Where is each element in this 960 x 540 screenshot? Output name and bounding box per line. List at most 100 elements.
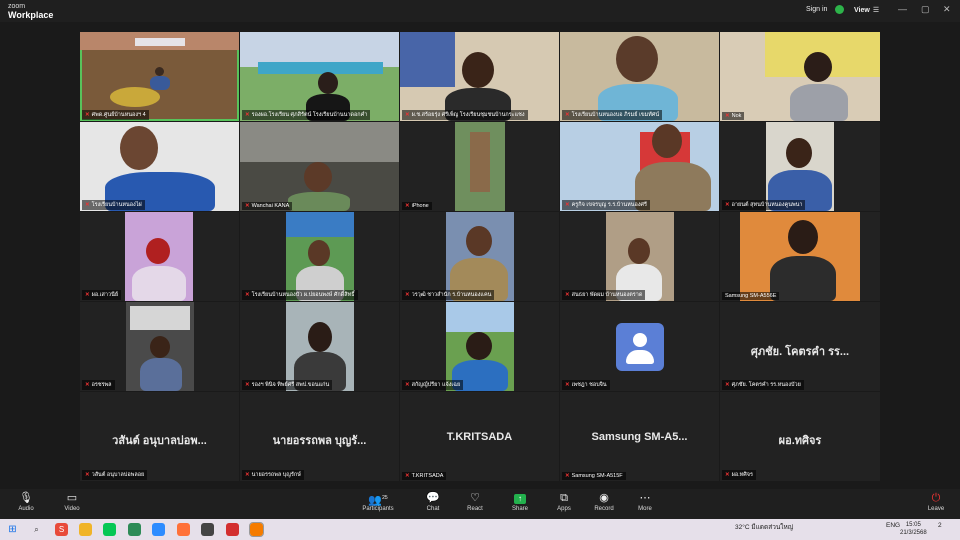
video-tile[interactable]: ✕ สนธยา พัดผม บ้านหนองตราด [560,212,719,301]
participant-display-name: นายอรรถพล บุญรั... [272,435,367,448]
leave-button[interactable]: ⏻ Leave [914,492,958,512]
video-tile[interactable]: วสันต์ อนุบาลบ่อพ... ✕ วสันต์ อนุบาลบ่อพล… [80,392,239,481]
participant-name: ✕ iPhone [402,202,432,210]
participant-display-name: วสันต์ อนุบาลบ่อพ... [112,435,207,448]
line-icon[interactable] [103,523,116,536]
participant-display-name: T.KRITSADA [446,431,513,444]
video-tile[interactable]: ผอ.ทศิจร ✕ ผอ.ทศิจร [720,392,880,481]
share-button[interactable]: ↑ Share [498,492,542,512]
menu-icon: ☰ [872,7,880,14]
participant-label: อายนต์ สุทนบ้านหนองคูนพนา [731,202,803,208]
video-tile[interactable]: ✕ รองผอ.โรงเรียน ศุภสิรัตน์ โรงเรียนบ้านน… [240,32,399,121]
participant-label: Samsung SM-A515F [571,473,623,479]
participant-label: รองฯ พินิจ ทิพย์ศรี สพป.ขอนแก่น [251,382,330,388]
participant-name: ✕ เพชฎา ชอบจิน [562,380,610,390]
mic-muted-icon: ✕ [405,473,410,479]
participant-name: ✕ T.KRITSADA [402,472,447,480]
video-button[interactable]: ▭ Video [50,492,94,512]
pdf-icon[interactable] [226,523,239,536]
weather-widget[interactable]: 32°C มีแดดส่วนใหญ่ [735,522,793,532]
participant-label: อรชรพล [91,382,112,388]
video-tile[interactable]: ✕ โรงเรียนบ้านหนองไผ่ [80,122,239,211]
mic-muted-icon: ✕ [405,382,410,388]
sign-in-link[interactable]: Sign in [806,6,827,13]
audio-button[interactable]: 🎙 Audio [4,492,48,512]
video-tile[interactable]: ✕ iPhone [400,122,559,211]
participant-display-name: ผอ.ทศิจร [778,435,822,448]
maximize-button[interactable]: ▢ [921,4,930,15]
video-tile[interactable]: ✕ Wanchai KANA [240,122,399,211]
mic-muted-icon: ✕ [405,292,410,298]
view-button[interactable]: View ☰ [854,6,879,14]
record-button[interactable]: ◉ Record [582,492,626,512]
mic-muted-icon: ✕ [245,112,250,118]
close-button[interactable]: ✕ [943,4,951,15]
notification-badge[interactable]: 2 [938,522,942,529]
mic-muted-icon: ✕ [245,472,250,478]
video-tile[interactable]: ศุภชัย. โคตรคำ รร... ✕ ศุภชัย. โคตรคำ รร.… [720,302,880,391]
firefox-icon[interactable] [177,523,190,536]
mic-muted-icon: ✕ [725,113,730,119]
mic-muted-icon: ✕ [565,202,570,208]
video-tile[interactable]: ✕ รองฯ พินิจ ทิพย์ศรี สพป.ขอนแก่น [240,302,399,391]
share-label: Share [511,506,528,512]
app-icon[interactable]: S [55,523,68,536]
video-tile[interactable]: ✕ ผ.ช.สร้อยรุ่ง ศรีเพ็ญ โรงเรียนชุมชนบ้าน… [400,32,559,121]
video-tile[interactable]: T.KRITSADA ✕ T.KRITSADA [400,392,559,481]
participant-label: Nok [731,113,742,119]
participant-label: โรงเรียนบ้านหนองไผ่ [91,202,142,208]
participant-label: นายอรรถพล บุญรักษ์ [251,472,301,478]
minimize-button[interactable]: — [898,4,907,14]
leave-label: Leave [927,506,945,512]
video-tile[interactable]: ✕ อายนต์ สุทนบ้านหนองคูนพนา [720,122,880,211]
mic-muted-icon: ✕ [565,292,570,298]
video-tile[interactable]: Samsung SM-A556E [720,212,880,301]
video-tile[interactable]: ✕ Nok [720,32,880,121]
participant-label: เพชฎา ชอบจิน [571,382,607,388]
apps-button[interactable]: ⧉ Apps [542,492,586,512]
zoom-icon[interactable] [152,523,165,536]
search-icon[interactable]: ⌕ [30,523,43,536]
react-label: React [467,506,483,512]
participant-name: ✕ ศุภชัย. โคตรคำ รร.หนองบัวย [722,380,804,390]
video-tile[interactable]: ✕ สกัญญ์ปรียา แจ้งเฉย [400,302,559,391]
mic-muted-icon: ✕ [565,112,570,118]
participant-name: ✕ นายอรรถพล บุญรักษ์ [242,470,304,480]
video-tile[interactable]: ✕ ครูกิจ เขจรบุญ ร.ร.บ้านหนองศรี [560,122,719,211]
video-tile[interactable]: ✕ ผอ.เสาวนีย์ [80,212,239,301]
participant-name: ✕ ผ.ช.สร้อยรุ่ง ศรีเพ็ญ โรงเรียนชุมชนบ้าน… [402,110,528,120]
react-button[interactable]: ♡ React [453,492,497,512]
chat-button[interactable]: 💬 Chat [411,492,455,512]
video-tile[interactable]: ✕ วรวุฒิ ชาวสำนัก ร.บ้านหนองแคน [400,212,559,301]
participant-label: ผอ.ทศิจร [731,472,753,478]
video-tile[interactable]: ✕ ศพด.ศูนย์บ้านหนองฯ 4 [80,32,239,121]
browser-icon[interactable] [128,523,141,536]
video-tile[interactable]: ✕ โรงเรียนบ้านหนองบอ ภิรมย์ เขมทัศน์ [560,32,719,121]
shield-icon[interactable] [835,5,844,14]
participant-name: ✕ วรวุฒิ ชาวสำนัก ร.บ้านหนองแคน [402,290,495,300]
chrome-icon[interactable] [201,523,214,536]
participant-name: ✕ วสันต์ อนุบาลบ่อพลอย [82,470,148,480]
language-indicator[interactable]: ENG [886,522,900,529]
video-tile[interactable]: ✕ อรชรพล [80,302,239,391]
folder-icon[interactable] [79,523,92,536]
avatar [616,323,664,371]
start-icon[interactable]: ⊞ [6,523,19,536]
participant-label: โรงเรียนบ้านหนองบัว ผ.ปยอนพงษ์ ศักดิ์สิท… [251,292,355,298]
video-tile[interactable]: นายอรรถพล บุญรั... ✕ นายอรรถพล บุญรักษ์ [240,392,399,481]
system-clock[interactable]: 15:05 21/3/2568 [900,521,927,537]
more-button[interactable]: ⋯ More [623,492,667,512]
participant-label: ผ.ช.สร้อยรุ่ง ศรีเพ็ญ โรงเรียนชุมชนบ้านก… [411,112,525,118]
participant-name: ✕ รองฯ พินิจ ทิพย์ศรี สพป.ขอนแก่น [242,380,333,390]
participant-name: ✕ Nok [722,112,745,120]
participants-button[interactable]: 👥25 Participants [356,492,400,512]
participants-count: 25 [382,495,388,501]
mic-muted-icon: ✕ [85,112,90,118]
video-tile[interactable]: Samsung SM-A5... ✕ Samsung SM-A515F [560,392,719,481]
app-active-icon[interactable] [249,522,264,537]
participant-name: ✕ ครูกิจ เขจรบุญ ร.ร.บ้านหนองศรี [562,200,650,210]
mic-muted-icon: ✕ [245,382,250,388]
participant-name: ✕ ศพด.ศูนย์บ้านหนองฯ 4 [82,110,149,120]
participants-icon: 👥25 [368,494,388,507]
video-tile[interactable]: ✕ โรงเรียนบ้านหนองบัว ผ.ปยอนพงษ์ ศักดิ์สิ… [240,212,399,301]
